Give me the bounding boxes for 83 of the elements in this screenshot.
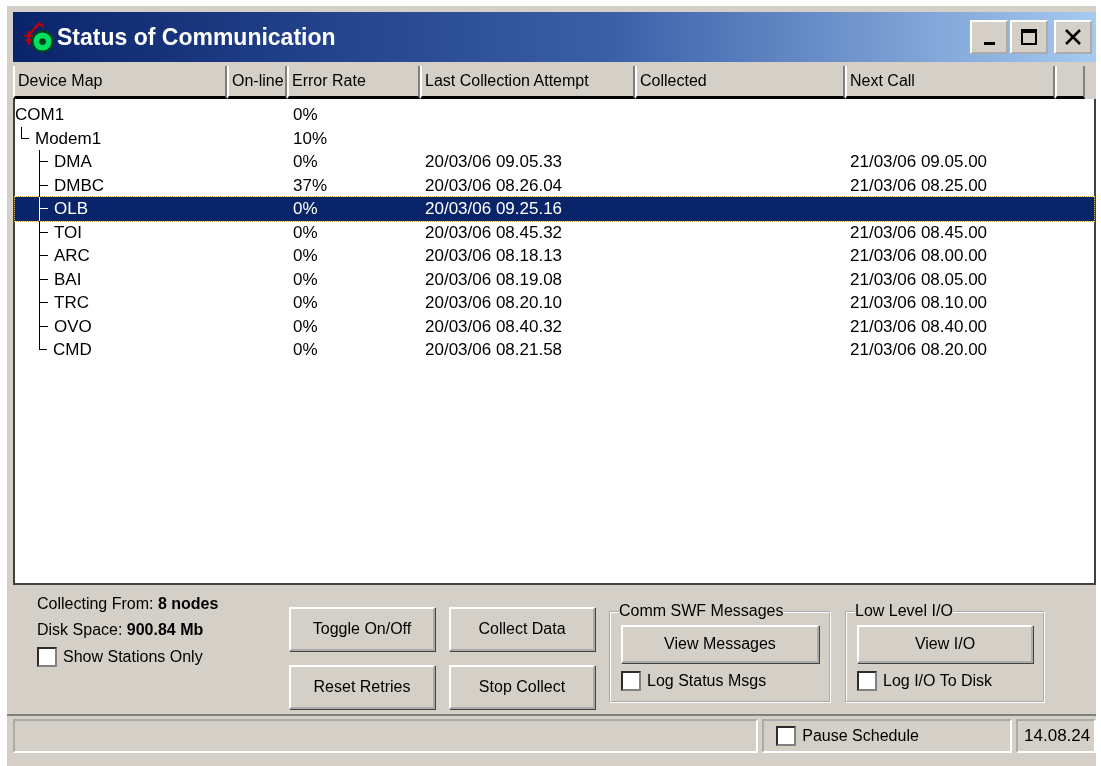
device-name: ARC — [54, 245, 90, 267]
next-call-header[interactable]: Next Call — [845, 66, 1055, 99]
close-button[interactable] — [1054, 20, 1092, 54]
table-row[interactable]: TRC 0% 20/03/06 08.20.10 21/03/06 08.10.00 — [15, 291, 1094, 315]
error-rate: 0% — [293, 151, 318, 173]
error-rate: 37% — [293, 174, 328, 197]
maximize-icon — [1019, 27, 1039, 47]
error-rate: 0% — [293, 292, 318, 314]
next-call: 21/03/06 08.40.00 — [850, 315, 988, 338]
last-attempt-header[interactable]: Last Collection Attempt — [420, 66, 635, 99]
device-name: TRC — [54, 292, 89, 314]
device-name: CMD — [53, 339, 92, 361]
next-call: 21/03/06 08.25.00 — [850, 174, 988, 197]
table-row[interactable]: COM1 0% — [15, 103, 1094, 127]
maximize-button[interactable] — [1010, 20, 1048, 54]
table-row[interactable]: DMBC 37% 20/03/06 08.26.04 21/03/06 08.25.00 — [15, 173, 1094, 197]
error-rate: 0% — [293, 315, 318, 338]
device-name: COM1 — [15, 104, 65, 126]
table-row[interactable]: OVO 0% 20/03/06 08.40.32 21/03/06 08.40.00 — [15, 314, 1094, 338]
last-attempt: 20/03/06 08.18.13 — [425, 245, 563, 267]
next-call: 21/03/06 08.00.00 — [850, 245, 988, 267]
last-attempt: 20/03/06 08.19.08 — [425, 268, 563, 291]
next-call: 21/03/06 08.20.00 — [850, 339, 988, 361]
log-checkbox[interactable]: Log Status Msgs — [621, 671, 819, 691]
device-map-header[interactable]: Device Map — [13, 66, 227, 99]
column-header[interactable] — [1055, 66, 1085, 99]
checkbox[interactable] — [37, 647, 57, 667]
last-attempt: 20/03/06 08.40.32 — [425, 315, 563, 338]
view-button[interactable]: View I/O — [857, 625, 1033, 663]
device-name: TOI — [54, 221, 83, 244]
window-title: Status of Communication — [57, 23, 337, 51]
next-call: 21/03/06 08.10.00 — [850, 292, 988, 314]
table-row[interactable]: OLB 0% 20/03/06 09.25.16 — [15, 197, 1094, 221]
minimize-icon — [983, 41, 995, 45]
device-name: DMA — [54, 151, 92, 173]
error-rate: 0% — [293, 268, 318, 291]
gear-icon — [21, 20, 55, 54]
next-call: 21/03/06 09.05.00 — [850, 151, 988, 173]
view-button[interactable]: View Messages — [621, 625, 819, 663]
minimize-button[interactable] — [970, 20, 1008, 54]
table-row[interactable]: BAI 0% 20/03/06 08.19.08 21/03/06 08.05.00 — [15, 267, 1094, 291]
checkbox[interactable] — [857, 671, 877, 691]
device-name: OLB — [54, 198, 89, 220]
time-text: 14.08.24 — [1016, 719, 1096, 753]
online-header[interactable]: On-line — [227, 66, 287, 99]
pause-schedule-checkbox[interactable]: Pause Schedule — [776, 726, 919, 746]
table-row[interactable]: DMA 0% 20/03/06 09.05.33 21/03/06 09.05.00 — [15, 150, 1094, 174]
device-name: OVO — [54, 315, 92, 338]
show-stations-checkbox[interactable]: Show Stations Only — [37, 647, 287, 667]
last-attempt: 20/03/06 08.26.04 — [425, 174, 563, 197]
error-rate: 10% — [293, 127, 328, 150]
error-rate-header[interactable]: Error Rate — [287, 66, 420, 99]
error-rate: 0% — [293, 339, 318, 361]
error-rate: 0% — [293, 198, 318, 220]
collected-header[interactable]: Collected — [635, 66, 845, 99]
device-name: BAI — [54, 268, 82, 291]
table-row[interactable]: Modem1 10% — [15, 126, 1094, 150]
close-icon — [1063, 27, 1083, 47]
last-attempt: 20/03/06 08.20.10 — [425, 292, 563, 314]
collecting-from-text: Collecting From: 8 nodes — [37, 595, 220, 613]
next-call: 21/03/06 08.45.00 — [850, 221, 988, 244]
action-button[interactable]: Reset Retries — [289, 665, 435, 709]
action-button[interactable]: Toggle On/Off — [289, 607, 435, 651]
action-button[interactable]: Stop Collect — [449, 665, 595, 709]
table-row[interactable]: CMD 0% 20/03/06 08.21.58 21/03/06 08.20.00 — [15, 338, 1094, 362]
last-attempt: 20/03/06 09.05.33 — [425, 151, 563, 173]
error-rate: 0% — [293, 245, 318, 267]
error-rate: 0% — [293, 104, 318, 126]
last-attempt: 20/03/06 09.25.16 — [425, 198, 563, 220]
log-checkbox[interactable]: Log I/O To Disk — [857, 671, 1033, 691]
error-rate: 0% — [293, 221, 318, 244]
device-name: Modem1 — [35, 127, 102, 150]
action-button[interactable]: Collect Data — [449, 607, 595, 651]
checkbox[interactable] — [621, 671, 641, 691]
next-call: 21/03/06 08.05.00 — [850, 268, 988, 291]
table-row[interactable]: ARC 0% 20/03/06 08.18.13 21/03/06 08.00.00 — [15, 244, 1094, 268]
disk-space-text: Disk Space: 900.84 Mb — [37, 621, 205, 639]
group-title: Comm SWF Messages — [619, 602, 784, 620]
last-attempt: 20/03/06 08.45.32 — [425, 221, 563, 244]
last-attempt: 20/03/06 08.21.58 — [425, 339, 563, 361]
device-name: DMBC — [54, 174, 105, 197]
checkbox[interactable] — [776, 726, 797, 746]
table-row[interactable]: TOI 0% 20/03/06 08.45.32 21/03/06 08.45.00 — [15, 220, 1094, 244]
